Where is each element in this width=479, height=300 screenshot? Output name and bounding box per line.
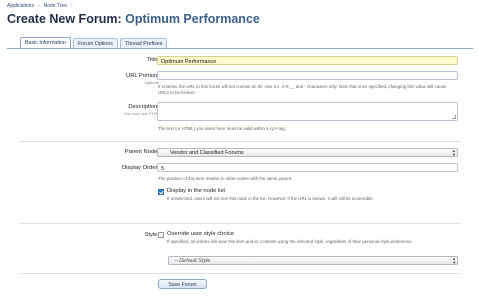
divider <box>20 223 460 224</box>
display-order-help: The position of this item relative to ot… <box>158 176 293 181</box>
breadcrumb: Applications › Node Tree › <box>7 3 73 9</box>
description-label: Description: <box>128 104 159 110</box>
url-portion-input[interactable] <box>157 71 458 80</box>
breadcrumb-separator: › <box>37 3 40 9</box>
url-portion-help: If entered, the URL to this forum will n… <box>158 84 447 95</box>
display-order-input[interactable]: 5 <box>157 163 458 172</box>
tab-thread-prefixes[interactable]: Thread Prefixes <box>119 38 168 48</box>
description-textarea[interactable] <box>157 102 458 121</box>
description-html-note: You may use HTML <box>123 111 159 116</box>
breadcrumb-separator: › <box>71 3 73 9</box>
override-style-help: If specified, all visitors will view thi… <box>167 239 413 244</box>
override-style-checkbox[interactable] <box>158 232 164 238</box>
page-title-prefix: Create New Forum: <box>7 12 122 26</box>
breadcrumb-node-tree[interactable]: Node Tree <box>44 3 67 9</box>
resize-handle-icon[interactable] <box>452 115 456 119</box>
override-style-label[interactable]: Override user style choice <box>167 231 234 237</box>
divider <box>20 273 460 274</box>
save-forum-button[interactable]: Save Forum <box>158 279 207 289</box>
style-label: Style: <box>144 232 160 238</box>
display-in-node-list-checkbox[interactable] <box>158 189 164 195</box>
form-tabs: Basic Information Forum Options Thread P… <box>20 37 168 48</box>
url-portion-label: URL Portion: <box>126 73 159 79</box>
style-select[interactable]: -- Default Style ▴ ▾ <box>168 256 458 265</box>
display-order-label: Display Order: <box>121 165 159 171</box>
parent-node-label: Parent Node: <box>124 149 159 155</box>
tab-forum-options[interactable]: Forum Options <box>72 38 118 48</box>
breadcrumb-applications[interactable]: Applications <box>7 3 34 9</box>
display-in-node-list-label[interactable]: Display in the node list <box>167 188 225 194</box>
page-title: Create New Forum: Optimum Performance <box>7 12 260 26</box>
select-arrows-icon: ▴ ▾ <box>452 256 455 265</box>
page-title-forum-name: Optimum Performance <box>125 12 260 26</box>
divider <box>20 141 460 142</box>
style-selected: -- Default Style <box>174 258 211 265</box>
parent-node-select[interactable]: Vendor and Classified Forums ▴ ▾ <box>157 148 458 157</box>
form-panel: Title: Optimum Performance URL Portion: … <box>7 48 473 296</box>
parent-node-selected: Vendor and Classified Forums <box>170 150 244 157</box>
title-input[interactable]: Optimum Performance <box>157 56 458 65</box>
description-help: The text (or HTML) you insert here must … <box>158 126 286 131</box>
select-arrows-icon: ▴ ▾ <box>452 148 455 157</box>
tab-basic-information[interactable]: Basic Information <box>20 37 71 48</box>
display-in-node-list-help: If unselected, users will not see this n… <box>167 196 374 201</box>
url-portion-optional-note: Optional <box>144 80 159 85</box>
